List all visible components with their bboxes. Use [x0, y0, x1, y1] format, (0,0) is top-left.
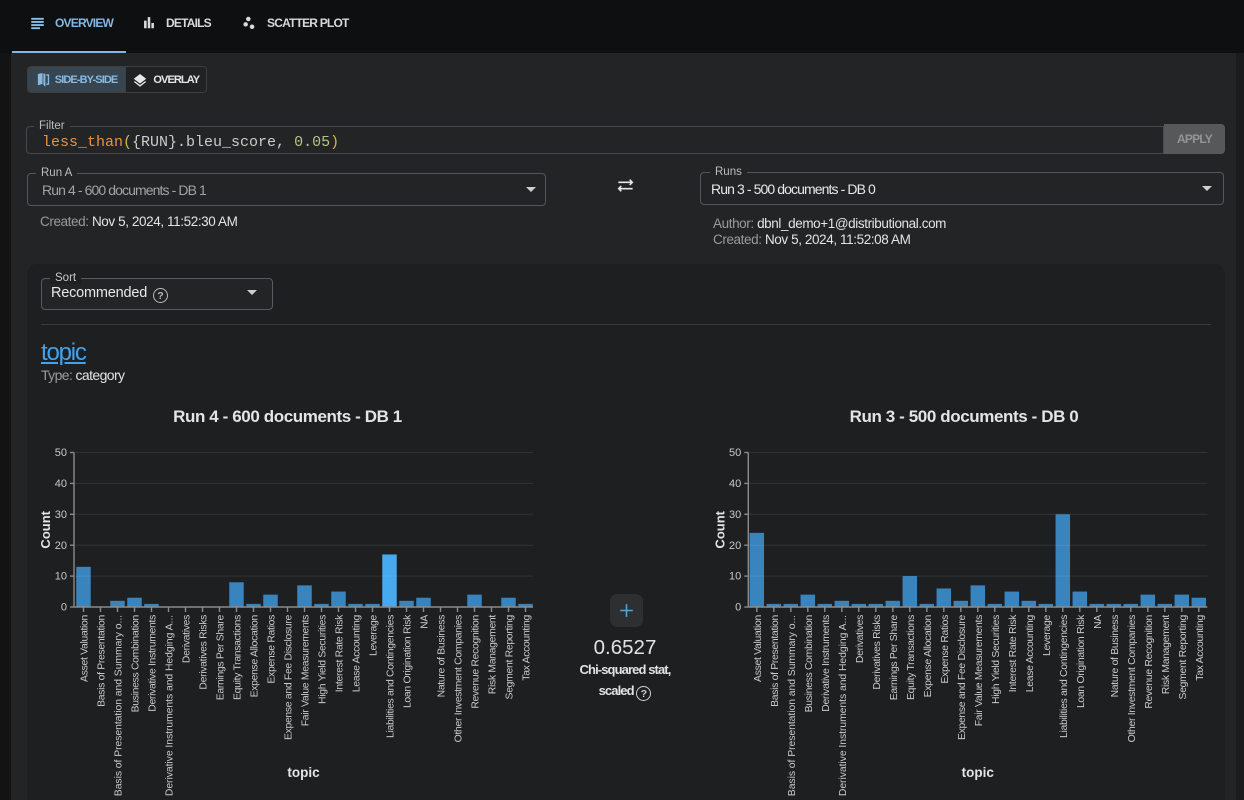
svg-text:Count: Count — [712, 510, 727, 548]
svg-text:Fair Value Measurements: Fair Value Measurements — [974, 615, 985, 726]
svg-text:Basis of Presentation and Summ: Basis of Presentation and Summary o... — [787, 615, 798, 796]
svg-text:Lease Accounting: Lease Accounting — [352, 614, 363, 692]
svg-text:topic: topic — [287, 765, 320, 780]
svg-text:50: 50 — [729, 447, 741, 459]
svg-text:Expense Allocation: Expense Allocation — [250, 614, 261, 697]
svg-text:40: 40 — [729, 478, 741, 490]
svg-text:Risk Management: Risk Management — [1161, 615, 1172, 695]
svg-text:Basis of Presentation and Summ: Basis of Presentation and Summary o... — [114, 615, 125, 796]
svg-text:Expense and Fee Disclosure: Expense and Fee Disclosure — [957, 614, 968, 740]
svg-text:Earnings Per Share: Earnings Per Share — [889, 614, 900, 700]
svg-text:30: 30 — [729, 509, 741, 521]
svg-text:High Yield Securities: High Yield Securities — [318, 615, 329, 704]
svg-text:Derivative Instruments and Hed: Derivative Instruments and Hedging A... — [838, 615, 849, 796]
svg-text:Basis of Presentation: Basis of Presentation — [770, 614, 781, 706]
svg-text:10: 10 — [55, 571, 67, 583]
svg-text:Derivatives Risks: Derivatives Risks — [199, 615, 210, 690]
svg-text:Loan Origination Risk: Loan Origination Risk — [403, 614, 414, 708]
svg-text:Liabilities and Contingencies: Liabilities and Contingencies — [1059, 615, 1070, 738]
svg-text:Asset Valuation: Asset Valuation — [80, 614, 91, 681]
svg-text:Loan Origination Risk: Loan Origination Risk — [1076, 614, 1087, 708]
svg-text:Other Investment Companies: Other Investment Companies — [1127, 615, 1138, 742]
svg-text:Expense Ratios: Expense Ratios — [940, 615, 951, 684]
svg-text:Business Combination: Business Combination — [131, 614, 142, 712]
svg-text:Run 4 - 600 documents - DB 1: Run 4 - 600 documents - DB 1 — [173, 407, 402, 426]
svg-text:Nature of Business: Nature of Business — [1110, 615, 1121, 697]
svg-text:High Yield Securities: High Yield Securities — [991, 615, 1002, 704]
svg-text:Fair Value Measurements: Fair Value Measurements — [301, 615, 312, 726]
svg-text:Count: Count — [38, 510, 53, 548]
svg-text:Tax Accounting: Tax Accounting — [1195, 614, 1206, 680]
svg-text:Derivatives: Derivatives — [855, 615, 866, 663]
svg-text:Leverage: Leverage — [369, 614, 380, 655]
svg-text:Leverage: Leverage — [1042, 614, 1053, 655]
svg-text:0: 0 — [735, 602, 741, 614]
svg-text:Equity Transactions: Equity Transactions — [233, 615, 244, 700]
svg-text:Asset Valuation: Asset Valuation — [753, 614, 764, 681]
svg-text:Run 3 - 500 documents - DB 0: Run 3 - 500 documents - DB 0 — [850, 407, 1079, 426]
svg-text:Interest Rate Risk: Interest Rate Risk — [335, 614, 346, 692]
svg-text:Derivative Instruments: Derivative Instruments — [148, 615, 159, 712]
svg-text:Risk Management: Risk Management — [488, 615, 499, 695]
svg-text:20: 20 — [55, 540, 67, 552]
svg-text:10: 10 — [729, 571, 741, 583]
svg-text:Liabilities and Contingencies: Liabilities and Contingencies — [386, 615, 397, 738]
svg-text:NA: NA — [420, 615, 431, 629]
svg-text:Derivatives Risks: Derivatives Risks — [872, 615, 883, 690]
svg-text:Earnings Per Share: Earnings Per Share — [216, 614, 227, 700]
svg-text:0: 0 — [61, 602, 67, 614]
svg-text:Derivative Instruments and Hed: Derivative Instruments and Hedging A... — [165, 615, 176, 796]
svg-text:Interest Rate Risk: Interest Rate Risk — [1008, 614, 1019, 692]
svg-text:50: 50 — [55, 447, 67, 459]
svg-text:Basis of Presentation: Basis of Presentation — [97, 614, 108, 706]
svg-text:Revenue Recognition: Revenue Recognition — [471, 614, 482, 708]
svg-text:topic: topic — [962, 765, 995, 780]
svg-text:Derivatives: Derivatives — [182, 615, 193, 663]
svg-text:Business Combination: Business Combination — [804, 614, 815, 712]
svg-text:Expense Allocation: Expense Allocation — [923, 614, 934, 697]
svg-text:Revenue Recognition: Revenue Recognition — [1144, 614, 1155, 708]
svg-text:40: 40 — [55, 478, 67, 490]
svg-text:Expense and Fee Disclosure: Expense and Fee Disclosure — [284, 614, 295, 740]
svg-text:Other Investment Companies: Other Investment Companies — [454, 615, 465, 742]
svg-text:Equity Transactions: Equity Transactions — [906, 615, 917, 700]
svg-text:NA: NA — [1093, 615, 1104, 629]
svg-text:20: 20 — [729, 540, 741, 552]
svg-text:Segment Reporting: Segment Reporting — [505, 614, 516, 699]
svg-text:30: 30 — [55, 509, 67, 521]
svg-text:Lease Accounting: Lease Accounting — [1025, 614, 1036, 692]
svg-text:Segment Reporting: Segment Reporting — [1178, 614, 1189, 699]
svg-text:Derivative Instruments: Derivative Instruments — [821, 615, 832, 712]
svg-text:Tax Accounting: Tax Accounting — [522, 614, 533, 680]
svg-text:Expense Ratios: Expense Ratios — [267, 615, 278, 684]
svg-text:Nature of Business: Nature of Business — [437, 615, 448, 697]
